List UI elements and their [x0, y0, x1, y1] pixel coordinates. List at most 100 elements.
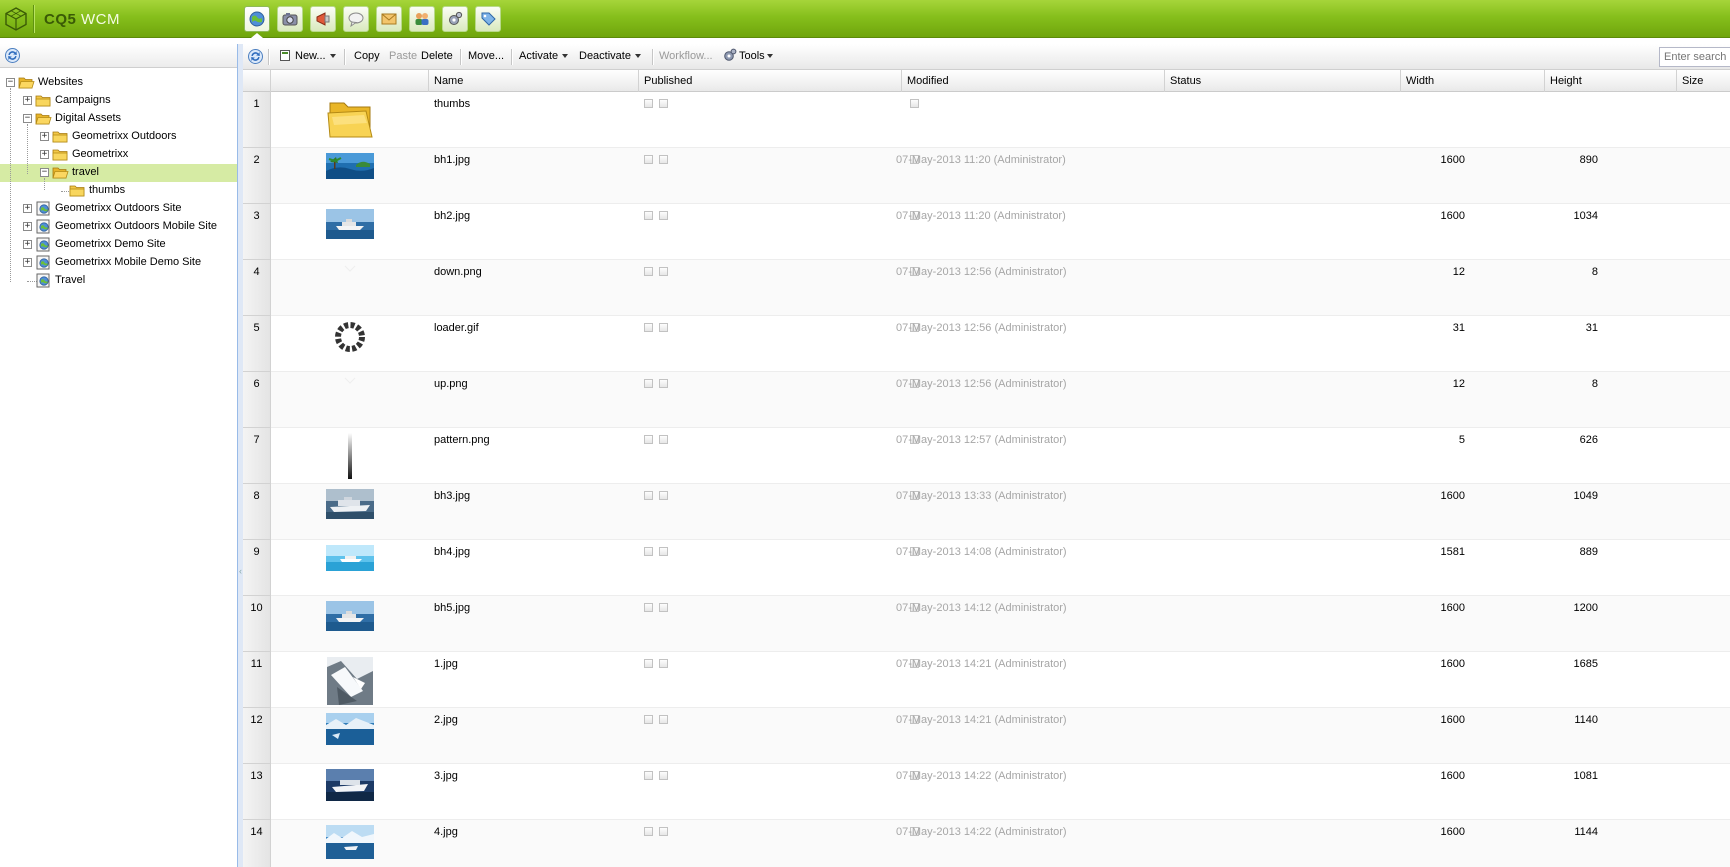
- thumbnail-image[interactable]: [326, 713, 374, 759]
- cell-name[interactable]: thumbs: [434, 98, 470, 110]
- thumbnail-image[interactable]: [326, 545, 374, 591]
- tree-node[interactable]: − Websites: [0, 74, 237, 92]
- thumbnail-image[interactable]: [326, 321, 374, 367]
- move-button[interactable]: Move...: [468, 50, 504, 62]
- cell-name[interactable]: pattern.png: [434, 434, 490, 446]
- thumbnail-image[interactable]: [326, 489, 374, 535]
- expand-icon[interactable]: +: [23, 204, 32, 213]
- tools-console-button[interactable]: [442, 6, 468, 32]
- published-status-icon: [659, 715, 668, 724]
- table-row[interactable]: 3 bh2.jpg 07-May-2013 11:20 (Administrator…: [243, 204, 1730, 260]
- table-row[interactable]: 1 thumbs: [243, 92, 1730, 148]
- column-header-height[interactable]: Height: [1545, 70, 1677, 92]
- table-row[interactable]: 4 down.png 07-May-2013 12:56 (Administrato…: [243, 260, 1730, 316]
- cell-name[interactable]: 2.jpg: [434, 714, 458, 726]
- campaigns-console-button[interactable]: [310, 6, 336, 32]
- expand-icon[interactable]: +: [40, 132, 49, 141]
- thumbnail-image[interactable]: [326, 377, 374, 423]
- tree-node[interactable]: + Geometrixx Outdoors Mobile Site: [0, 218, 237, 236]
- tree-node[interactable]: Travel: [0, 272, 237, 290]
- row-number: 4: [243, 260, 271, 316]
- thumbnail-image[interactable]: [326, 153, 374, 199]
- tree-node[interactable]: thumbs: [0, 182, 237, 200]
- thumbnail-image[interactable]: [326, 209, 374, 255]
- cell-height: 1034: [1573, 210, 1598, 222]
- column-header-published[interactable]: Published: [639, 70, 902, 92]
- column-header-size[interactable]: Size: [1677, 70, 1730, 92]
- cell-name[interactable]: 1.jpg: [434, 658, 458, 670]
- column-header-modified[interactable]: Modified: [902, 70, 1165, 92]
- table-row[interactable]: 5 loader.gif 07-May-2013 12:56 (Administra…: [243, 316, 1730, 372]
- cell-name[interactable]: up.png: [434, 378, 468, 390]
- digital-assets-console-button[interactable]: [277, 6, 303, 32]
- table-row[interactable]: 6 up.png 07-May-2013 12:56 (Administrator)…: [243, 372, 1730, 428]
- search-input[interactable]: [1659, 47, 1730, 67]
- thumbnail-image[interactable]: [326, 657, 374, 705]
- expand-icon[interactable]: +: [23, 258, 32, 267]
- column-header-name[interactable]: Name: [429, 70, 639, 92]
- tree-node[interactable]: + Geometrixx Mobile Demo Site: [0, 254, 237, 272]
- websites-console-icon: [249, 11, 265, 27]
- table-row[interactable]: 7 pattern.png 07-May-2013 12:57 (Administr…: [243, 428, 1730, 484]
- inbox-console-button[interactable]: [376, 6, 402, 32]
- tree-node-label: Geometrixx Outdoors: [72, 130, 177, 142]
- table-row[interactable]: 9 bh4.jpg 07-May-2013 14:08 (Administrator…: [243, 540, 1730, 596]
- community-console-button[interactable]: [343, 6, 369, 32]
- table-row[interactable]: 10 bh5.jpg 07-May-2013 14:12 (Administrato…: [243, 596, 1730, 652]
- tree-node[interactable]: − Digital Assets: [0, 110, 237, 128]
- thumbnail-image[interactable]: [326, 601, 374, 647]
- published-status-icon: [659, 379, 668, 388]
- published-status-icon: [659, 155, 668, 164]
- cell-name[interactable]: loader.gif: [434, 322, 479, 334]
- delete-button[interactable]: Delete: [421, 50, 453, 62]
- cell-name[interactable]: 4.jpg: [434, 826, 458, 838]
- collapse-icon[interactable]: −: [6, 78, 15, 87]
- grid-refresh-icon[interactable]: [247, 48, 264, 65]
- thumbnail-image[interactable]: [326, 433, 374, 479]
- table-row[interactable]: 14 4.jpg 07-May-2013 14:22 (Administrator)…: [243, 820, 1730, 867]
- expand-icon[interactable]: +: [40, 150, 49, 159]
- new-button[interactable]: New...: [279, 49, 336, 62]
- table-row[interactable]: 2 bh1.jpg 07-May-2013 11:20 (Administrator…: [243, 148, 1730, 204]
- activate-button[interactable]: Activate: [519, 50, 569, 62]
- column-header-width[interactable]: Width: [1401, 70, 1545, 92]
- paste-button[interactable]: Paste: [389, 50, 417, 62]
- tree-node[interactable]: + Geometrixx Outdoors Site: [0, 200, 237, 218]
- table-row[interactable]: 11 1.jpg 07-May-2013 14:21 (Administrator)…: [243, 652, 1730, 708]
- thumbnail-image[interactable]: [326, 825, 374, 867]
- workflow-button[interactable]: Workflow...: [659, 50, 713, 62]
- collapse-icon[interactable]: −: [23, 114, 32, 123]
- cell-name[interactable]: bh2.jpg: [434, 210, 470, 222]
- cell-name[interactable]: down.png: [434, 266, 482, 278]
- tree-node[interactable]: − travel: [0, 164, 237, 182]
- expand-icon[interactable]: +: [23, 96, 32, 105]
- table-row[interactable]: 8 bh3.jpg 07-May-2013 13:33 (Administrator…: [243, 484, 1730, 540]
- tree-node[interactable]: + Geometrixx Outdoors: [0, 128, 237, 146]
- column-header-status[interactable]: Status: [1165, 70, 1401, 92]
- collapse-icon[interactable]: −: [40, 168, 49, 177]
- cell-name[interactable]: bh5.jpg: [434, 602, 470, 614]
- deactivate-button[interactable]: Deactivate: [579, 50, 641, 62]
- cell-name[interactable]: bh3.jpg: [434, 490, 470, 502]
- websites-console-button[interactable]: [244, 6, 270, 32]
- thumbnail-image[interactable]: [326, 769, 374, 815]
- tree-node[interactable]: + Geometrixx Demo Site: [0, 236, 237, 254]
- thumbnail-image[interactable]: [326, 265, 374, 311]
- refresh-icon[interactable]: [4, 47, 21, 64]
- tree-node[interactable]: + Campaigns: [0, 92, 237, 110]
- deactivate-button-label: Deactivate: [579, 50, 631, 62]
- tools-menu-button[interactable]: Tools: [723, 48, 773, 62]
- tree-node[interactable]: + Geometrixx: [0, 146, 237, 164]
- cell-name[interactable]: bh4.jpg: [434, 546, 470, 558]
- tagging-console-button[interactable]: [475, 6, 501, 32]
- thumbnail-image[interactable]: [326, 97, 374, 143]
- collapse-arrow-icon[interactable]: ‹: [239, 566, 242, 580]
- cell-name[interactable]: 3.jpg: [434, 770, 458, 782]
- table-row[interactable]: 13 3.jpg 07-May-2013 14:22 (Administrator)…: [243, 764, 1730, 820]
- copy-button[interactable]: Copy: [354, 50, 380, 62]
- users-console-button[interactable]: [409, 6, 435, 32]
- expand-icon[interactable]: +: [23, 240, 32, 249]
- table-row[interactable]: 12 2.jpg 07-May-2013 14:21 (Administrator)…: [243, 708, 1730, 764]
- cell-name[interactable]: bh1.jpg: [434, 154, 470, 166]
- expand-icon[interactable]: +: [23, 222, 32, 231]
